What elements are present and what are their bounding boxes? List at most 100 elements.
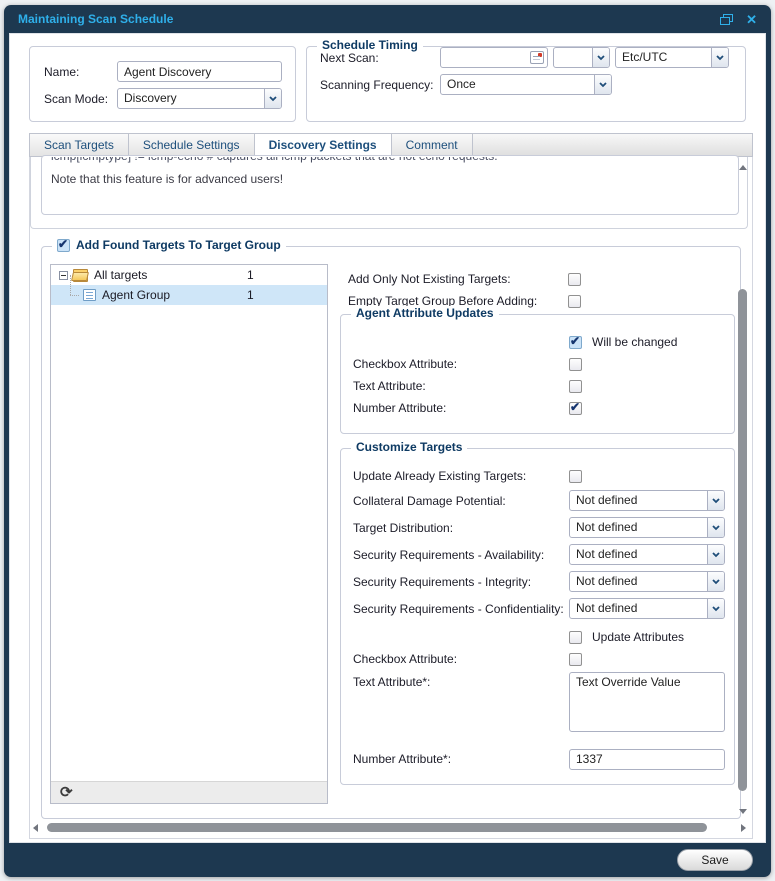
scroll-left-icon[interactable] <box>33 824 38 832</box>
folder-icon <box>73 269 88 281</box>
next-scan-date-input[interactable] <box>440 47 548 68</box>
scroll-down-icon[interactable] <box>739 809 747 814</box>
add-only-checkbox[interactable] <box>568 273 581 286</box>
security-confidentiality-select[interactable]: Not defined <box>569 598 725 619</box>
tree-row-count: 1 <box>247 268 254 282</box>
timezone-select[interactable]: Etc/UTC <box>615 47 729 68</box>
aau-checkbox-attribute-checkbox[interactable] <box>569 358 582 371</box>
will-be-changed-checkbox[interactable] <box>569 336 582 349</box>
security-availability-value: Not defined <box>570 545 707 564</box>
discovery-settings-panel: icmp[icmptype] != icmp-echo # captures a… <box>29 157 753 839</box>
update-attributes-checkbox[interactable] <box>569 631 582 644</box>
frequency-value: Once <box>441 75 594 94</box>
agent-attribute-updates-legend: Agent Attribute Updates <box>351 306 499 320</box>
chevron-down-icon[interactable] <box>707 572 724 591</box>
schedule-timing-legend: Schedule Timing <box>317 38 423 52</box>
ct-text-attribute-label: Text Attribute*: <box>353 672 569 689</box>
schedule-timing-panel: Schedule Timing Next Scan: Etc/UTC <box>306 46 746 122</box>
chevron-down-icon[interactable] <box>707 491 724 510</box>
tree-row-agent-group[interactable]: Agent Group 1 <box>51 285 327 305</box>
tree-footer: ⟳ <box>51 781 327 803</box>
vertical-scrollbar-thumb[interactable] <box>738 289 747 791</box>
collateral-damage-label: Collateral Damage Potential: <box>353 494 569 508</box>
timezone-value: Etc/UTC <box>616 48 711 67</box>
chevron-down-icon[interactable] <box>264 89 281 108</box>
tree-row-all-targets[interactable]: All targets 1 <box>51 265 327 285</box>
titlebar-icons: ✕ <box>720 13 757 26</box>
scan-mode-select[interactable]: Discovery <box>117 88 282 109</box>
note-text-line: Note that this feature is for advanced u… <box>51 172 729 186</box>
ct-text-attribute-input[interactable]: Text Override Value <box>569 672 725 732</box>
ct-checkbox-attribute-label: Checkbox Attribute: <box>353 652 569 666</box>
ct-number-attribute-input[interactable] <box>569 749 725 770</box>
tab-comment[interactable]: Comment <box>392 134 473 156</box>
frequency-select[interactable]: Once <box>440 74 612 95</box>
vertical-scrollbar[interactable] <box>736 159 750 816</box>
tree-collapse-icon[interactable] <box>59 271 68 280</box>
aau-text-attribute-label: Text Attribute: <box>353 379 569 393</box>
update-attributes-label: Update Attributes <box>592 630 684 644</box>
chevron-down-icon[interactable] <box>594 75 611 94</box>
clipped-text-line: icmp[icmptype] != icmp-echo # captures a… <box>51 157 729 165</box>
tree-row-label: Agent Group <box>102 288 170 302</box>
notes-box[interactable]: icmp[icmptype] != icmp-echo # captures a… <box>41 155 739 215</box>
security-confidentiality-value: Not defined <box>570 599 707 618</box>
aau-number-attribute-checkbox[interactable] <box>569 402 582 415</box>
aau-checkbox-attribute-label: Checkbox Attribute: <box>353 357 569 371</box>
add-only-label: Add Only Not Existing Targets: <box>348 272 568 286</box>
chevron-down-icon[interactable] <box>592 48 609 67</box>
security-integrity-label: Security Requirements - Integrity: <box>353 575 569 589</box>
scroll-up-icon[interactable] <box>739 165 747 170</box>
general-panel: Name: Scan Mode: Discovery <box>29 46 296 122</box>
chevron-down-icon[interactable] <box>707 545 724 564</box>
restore-icon[interactable] <box>720 14 733 25</box>
notes-group: icmp[icmptype] != icmp-echo # captures a… <box>30 157 748 229</box>
update-existing-checkbox[interactable] <box>569 470 582 483</box>
aau-number-attribute-label: Number Attribute: <box>353 401 569 415</box>
next-scan-time-value <box>554 48 592 67</box>
collateral-damage-select[interactable]: Not defined <box>569 490 725 511</box>
save-button[interactable]: Save <box>677 849 753 871</box>
will-be-changed-label: Will be changed <box>592 335 677 349</box>
scroll-right-icon[interactable] <box>741 824 746 832</box>
add-targets-checkbox[interactable] <box>57 239 70 252</box>
calendar-icon[interactable] <box>530 51 544 64</box>
security-integrity-value: Not defined <box>570 572 707 591</box>
security-confidentiality-label: Security Requirements - Confidentiality: <box>353 602 569 616</box>
add-targets-legend: Add Found Targets To Target Group <box>52 238 286 252</box>
chevron-down-icon[interactable] <box>707 599 724 618</box>
ct-checkbox-attribute-checkbox[interactable] <box>569 653 582 666</box>
target-group-icon <box>83 289 96 301</box>
security-integrity-select[interactable]: Not defined <box>569 571 725 592</box>
target-distribution-label: Target Distribution: <box>353 521 569 535</box>
target-distribution-select[interactable]: Not defined <box>569 517 725 538</box>
close-icon[interactable]: ✕ <box>746 13 757 26</box>
horizontal-scrollbar-thumb[interactable] <box>47 823 707 832</box>
ct-number-attribute-label: Number Attribute*: <box>353 752 569 766</box>
name-label: Name: <box>44 65 117 79</box>
security-availability-select[interactable]: Not defined <box>569 544 725 565</box>
chevron-down-icon[interactable] <box>707 518 724 537</box>
agent-attribute-updates-fieldset: Agent Attribute Updates Will be changed … <box>340 314 735 434</box>
tab-discovery-settings[interactable]: Discovery Settings <box>255 134 392 156</box>
refresh-icon[interactable]: ⟳ <box>60 785 73 800</box>
customize-targets-fieldset: Customize Targets Update Already Existin… <box>340 448 735 785</box>
frequency-label: Scanning Frequency: <box>320 78 440 92</box>
next-scan-time-select[interactable] <box>553 47 610 68</box>
empty-before-checkbox[interactable] <box>568 295 581 308</box>
dialog-window: Maintaining Scan Schedule ✕ Name: Scan M… <box>4 5 771 877</box>
target-group-tree: All targets 1 Agent Group 1 ⟳ <box>50 264 328 804</box>
collateral-damage-value: Not defined <box>570 491 707 510</box>
window-title: Maintaining Scan Schedule <box>18 12 173 26</box>
security-availability-label: Security Requirements - Availability: <box>353 548 569 562</box>
horizontal-scrollbar[interactable] <box>33 822 730 834</box>
tab-schedule-settings[interactable]: Schedule Settings <box>129 134 255 156</box>
chevron-down-icon[interactable] <box>711 48 728 67</box>
name-input[interactable] <box>117 61 282 82</box>
aau-text-attribute-checkbox[interactable] <box>569 380 582 393</box>
add-targets-legend-text: Add Found Targets To Target Group <box>76 238 281 252</box>
customize-targets-legend: Customize Targets <box>351 440 467 454</box>
next-scan-label: Next Scan: <box>320 51 440 65</box>
tab-scan-targets[interactable]: Scan Targets <box>30 134 129 156</box>
scan-mode-value: Discovery <box>118 89 264 108</box>
